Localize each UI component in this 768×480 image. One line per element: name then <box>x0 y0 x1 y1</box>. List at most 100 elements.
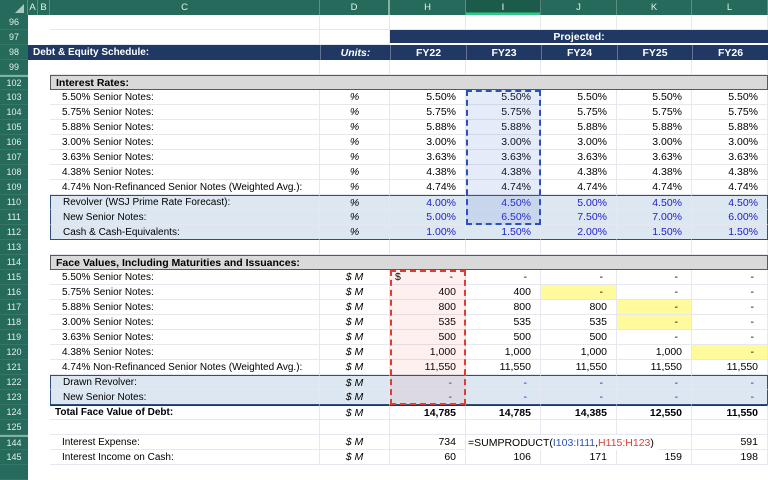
cell-A144[interactable] <box>28 435 38 450</box>
cell-J124[interactable]: 14,385 <box>541 405 617 420</box>
cell-K96[interactable] <box>617 15 692 30</box>
cell-L119[interactable]: - <box>692 330 768 345</box>
cell-D97[interactable] <box>320 30 390 45</box>
cell-L117[interactable]: - <box>692 300 768 315</box>
cell-D113[interactable] <box>320 240 390 255</box>
cell-K103[interactable]: 5.50% <box>617 90 692 105</box>
cell-C112[interactable]: Cash & Cash-Equivalents: <box>50 225 320 240</box>
cell-B104[interactable] <box>38 105 50 120</box>
cell-H123[interactable]: - <box>390 390 466 405</box>
cell-A120[interactable] <box>28 345 38 360</box>
column-header-C[interactable]: C <box>50 0 320 15</box>
cell-C96[interactable] <box>50 15 320 30</box>
cell-J120[interactable]: 1,000 <box>541 345 617 360</box>
cell-B118[interactable] <box>38 315 50 330</box>
schedule-title[interactable]: Debt & Equity Schedule: <box>28 45 320 60</box>
column-header-A[interactable]: A <box>28 0 38 15</box>
cell-B102[interactable] <box>38 75 50 90</box>
cell-A110[interactable] <box>28 195 38 210</box>
cell-D121[interactable]: $ M <box>320 360 390 375</box>
row-header-96[interactable]: 96 <box>0 15 28 30</box>
cell-A119[interactable] <box>28 330 38 345</box>
cell-C122[interactable]: Drawn Revolver: <box>50 375 320 390</box>
row-header-105[interactable]: 105 <box>0 120 28 135</box>
cell-B109[interactable] <box>38 180 50 195</box>
cell-C118[interactable]: 3.00% Senior Notes: <box>50 315 320 330</box>
cell-K109[interactable]: 4.74% <box>617 180 692 195</box>
cell-K112[interactable]: 1.50% <box>617 225 692 240</box>
cell-L111[interactable]: 6.00% <box>692 210 768 225</box>
cell-B124[interactable] <box>38 405 50 420</box>
cell-L106[interactable]: 3.00% <box>692 135 768 150</box>
cell-J110[interactable]: 5.00% <box>541 195 617 210</box>
cell-H106[interactable]: 3.00% <box>390 135 466 150</box>
cell-C125[interactable] <box>50 420 320 435</box>
row-header-121[interactable]: 121 <box>0 360 28 375</box>
cell-H125[interactable] <box>390 420 466 435</box>
select-all-corner[interactable] <box>0 0 28 15</box>
cell-H122[interactable]: - <box>390 375 466 390</box>
cell-J115[interactable]: - <box>541 270 617 285</box>
column-header-D[interactable]: D <box>320 0 390 15</box>
cell-C144[interactable]: Interest Expense: <box>50 435 320 450</box>
cell-J108[interactable]: 4.38% <box>541 165 617 180</box>
cell-D103[interactable]: % <box>320 90 390 105</box>
cell-K145[interactable]: 159 <box>617 450 692 465</box>
cell-D108[interactable]: % <box>320 165 390 180</box>
cell-B113[interactable] <box>38 240 50 255</box>
column-header-K[interactable]: K <box>617 0 692 15</box>
cell-C120[interactable]: 4.38% Senior Notes: <box>50 345 320 360</box>
year-header-FY23[interactable]: FY23 <box>466 45 541 60</box>
cell-B105[interactable] <box>38 120 50 135</box>
cell-H104[interactable]: 5.75% <box>390 105 466 120</box>
cell-I117[interactable]: 800 <box>466 300 541 315</box>
cell-C116[interactable]: 5.75% Senior Notes: <box>50 285 320 300</box>
cell-D110[interactable]: % <box>320 195 390 210</box>
cell-L105[interactable]: 5.88% <box>692 120 768 135</box>
cell-L104[interactable]: 5.75% <box>692 105 768 120</box>
cell-D118[interactable]: $ M <box>320 315 390 330</box>
cell-J104[interactable]: 5.75% <box>541 105 617 120</box>
column-header-H[interactable]: H <box>390 0 466 15</box>
cell-I120[interactable]: 1,000 <box>466 345 541 360</box>
column-header-L[interactable]: L <box>692 0 768 15</box>
cell-B110[interactable] <box>38 195 50 210</box>
row-header-98[interactable]: 98 <box>0 45 28 60</box>
row-header-123[interactable]: 123 <box>0 390 28 405</box>
cell-L124[interactable]: 11,550 <box>692 405 768 420</box>
cell-K124[interactable]: 12,550 <box>617 405 692 420</box>
cell-H105[interactable]: 5.88% <box>390 120 466 135</box>
cell-I121[interactable]: 11,550 <box>466 360 541 375</box>
cell-K104[interactable]: 5.75% <box>617 105 692 120</box>
row-header-111[interactable]: 111 <box>0 210 28 225</box>
cell-I122[interactable]: - <box>466 375 541 390</box>
cell-L96[interactable] <box>692 15 768 30</box>
cell-K106[interactable]: 3.00% <box>617 135 692 150</box>
row-header-110[interactable]: 110 <box>0 195 28 210</box>
row-header-145[interactable]: 145 <box>0 450 28 465</box>
cell-I96[interactable] <box>466 15 541 30</box>
cell-I145[interactable]: 106 <box>466 450 541 465</box>
cell-B108[interactable] <box>38 165 50 180</box>
cell-D117[interactable]: $ M <box>320 300 390 315</box>
cell-J109[interactable]: 4.74% <box>541 180 617 195</box>
cell-J119[interactable]: 500 <box>541 330 617 345</box>
cell-I103[interactable]: 5.50% <box>466 90 541 105</box>
cell-D145[interactable]: $ M <box>320 450 390 465</box>
cell-D115[interactable]: $ M <box>320 270 390 285</box>
cell-H124[interactable]: 14,785 <box>390 405 466 420</box>
cell-D125[interactable] <box>320 420 390 435</box>
cell-A104[interactable] <box>28 105 38 120</box>
cell-B116[interactable] <box>38 285 50 300</box>
cell-H107[interactable]: 3.63% <box>390 150 466 165</box>
cell-L123[interactable]: - <box>692 390 768 405</box>
cell-L113[interactable] <box>692 240 768 255</box>
column-header-J[interactable]: J <box>541 0 617 15</box>
cell-A96[interactable] <box>28 15 38 30</box>
cell-A123[interactable] <box>28 390 38 405</box>
cell-I99[interactable] <box>466 60 541 75</box>
cell-K110[interactable]: 4.50% <box>617 195 692 210</box>
column-header-I[interactable]: I <box>466 0 541 15</box>
cell-A108[interactable] <box>28 165 38 180</box>
cell-B112[interactable] <box>38 225 50 240</box>
